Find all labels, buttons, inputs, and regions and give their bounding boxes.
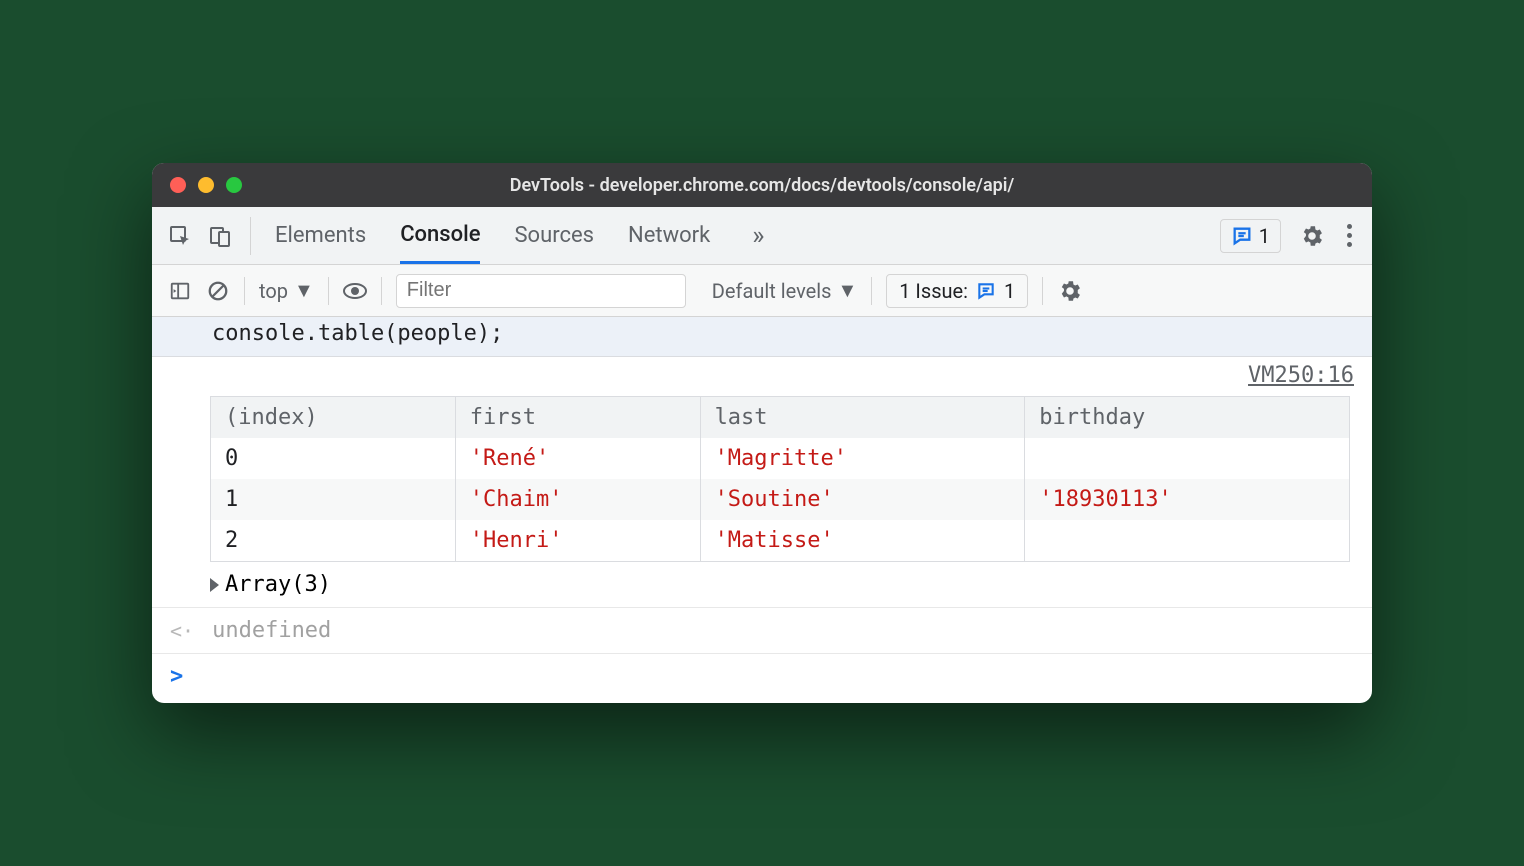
dropdown-icon: ▼ [837,278,857,303]
expand-icon [210,578,219,592]
tab-network[interactable]: Network [628,207,710,264]
cell-index: 1 [211,479,456,520]
table-row: 1 'Chaim' 'Soutine' '18930113' [211,479,1350,520]
live-expression-icon[interactable] [343,279,367,303]
source-link[interactable]: VM250:16 [1248,363,1354,388]
device-toggle-icon[interactable] [208,224,232,248]
console-table: (index) first last birthday 0 'René' 'Ma… [210,396,1350,562]
cell-birthday [1025,520,1350,562]
code-input-line: console.table(people); [152,317,1372,357]
col-last[interactable]: last [700,397,1025,439]
cell-index: 0 [211,438,456,479]
return-icon: <· [170,619,194,643]
cell-birthday [1025,438,1350,479]
titlebar: DevTools - developer.chrome.com/docs/dev… [152,163,1372,207]
messages-badge[interactable]: 1 [1220,219,1281,253]
levels-label: Default levels [712,279,832,303]
prompt-icon: > [170,664,183,689]
dropdown-icon: ▼ [294,278,314,303]
context-selector[interactable]: top ▼ [259,278,314,303]
col-birthday[interactable]: birthday [1025,397,1350,439]
tab-console[interactable]: Console [400,207,480,264]
fullscreen-button[interactable] [226,177,242,193]
panel-tabs: Elements Console Sources Network » [275,207,764,264]
return-row: <· undefined [152,608,1372,654]
source-link-row: VM250:16 [152,357,1372,392]
cell-first: 'Chaim' [455,479,700,520]
array-label: Array(3) [225,572,331,597]
log-levels-selector[interactable]: Default levels ▼ [712,278,857,303]
cell-first: 'Henri' [455,520,700,562]
issues-prefix: 1 Issue: [899,279,968,303]
array-expander[interactable]: Array(3) [152,566,1372,608]
cell-first: 'René' [455,438,700,479]
console-filter-bar: top ▼ Default levels ▼ 1 Issue: 1 [152,265,1372,317]
console-settings-icon[interactable] [1057,278,1083,304]
table-row: 0 'René' 'Magritte' [211,438,1350,479]
table-header-row: (index) first last birthday [211,397,1350,439]
cell-last: 'Magritte' [700,438,1025,479]
window-title: DevTools - developer.chrome.com/docs/dev… [152,175,1372,196]
devtools-window: DevTools - developer.chrome.com/docs/dev… [152,163,1372,703]
cell-last: 'Matisse' [700,520,1025,562]
tab-bar: Elements Console Sources Network » 1 [152,207,1372,265]
table-row: 2 'Henri' 'Matisse' [211,520,1350,562]
cell-index: 2 [211,520,456,562]
issues-button[interactable]: 1 Issue: 1 [886,274,1028,308]
col-index[interactable]: (index) [211,397,456,439]
traffic-lights [170,177,242,193]
issues-count: 1 [1004,279,1015,303]
console-output: console.table(people); VM250:16 (index) … [152,317,1372,703]
sidebar-toggle-icon[interactable] [168,279,192,303]
context-label: top [259,279,288,303]
cell-last: 'Soutine' [700,479,1025,520]
more-menu-icon[interactable] [1343,220,1356,251]
return-value: undefined [212,618,331,643]
inspect-icon[interactable] [168,224,192,248]
messages-count: 1 [1259,224,1270,248]
minimize-button[interactable] [198,177,214,193]
col-first[interactable]: first [455,397,700,439]
settings-icon[interactable] [1299,223,1325,249]
cell-birthday: '18930113' [1025,479,1350,520]
tab-elements[interactable]: Elements [275,207,366,264]
console-prompt[interactable]: > [152,654,1372,703]
filter-input[interactable] [396,274,686,308]
tabs-overflow-button[interactable]: » [752,221,764,251]
close-button[interactable] [170,177,186,193]
tab-sources[interactable]: Sources [514,207,594,264]
clear-console-icon[interactable] [206,279,230,303]
